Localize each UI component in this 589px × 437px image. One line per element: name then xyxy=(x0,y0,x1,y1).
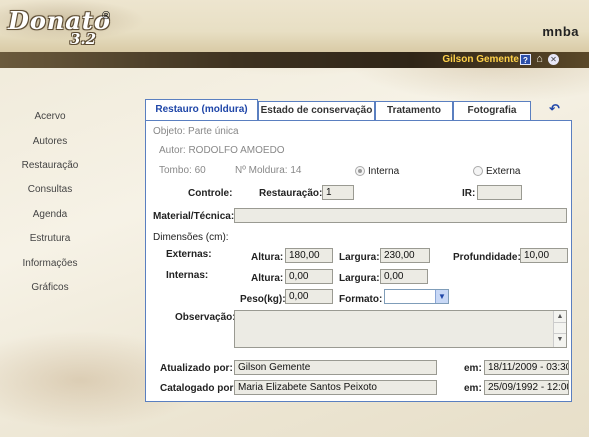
sidebar-item-agenda[interactable]: Agenda xyxy=(0,209,100,220)
app-logo: Donato 3.2 ® xyxy=(8,6,110,50)
sidebar-item-consultas[interactable]: Consultas xyxy=(0,184,100,195)
chevron-down-icon[interactable]: ▼ xyxy=(435,290,448,303)
sidebar-item-graficos[interactable]: Gráficos xyxy=(0,282,100,293)
app-header: Donato 3.2 ® mnba xyxy=(0,0,589,52)
profundidade-field[interactable]: 10,00 xyxy=(520,248,568,263)
tombo-text: Tombo: 60 xyxy=(159,165,206,176)
profundidade-label: Profundidade: xyxy=(453,252,521,263)
radio-interna[interactable] xyxy=(355,166,365,176)
ext-largura-label: Largura: xyxy=(339,252,380,263)
tab-tratamento[interactable]: Tratamento xyxy=(375,101,453,121)
restauracao-field[interactable]: 1 xyxy=(322,185,354,200)
int-largura-field[interactable]: 0,00 xyxy=(380,269,428,284)
tab-estado-conservacao[interactable]: Estado de conservação xyxy=(258,101,375,121)
restauro-form-panel: Objeto: Parte única Autor: RODOLFO AMOED… xyxy=(145,120,572,402)
formato-label: Formato: xyxy=(339,294,383,305)
peso-label: Peso(kg): xyxy=(240,294,286,305)
brand-label: mnba xyxy=(542,24,579,39)
controle-label: Controle: xyxy=(188,188,233,199)
logo-version: 3.2 xyxy=(70,30,97,48)
int-largura-label: Largura: xyxy=(339,273,380,284)
current-user-name: Gilson Gemente xyxy=(442,54,519,65)
sidebar-item-acervo[interactable]: Acervo xyxy=(0,111,100,122)
catalogado-por-label: Catalogado por: xyxy=(160,383,237,394)
close-icon[interactable]: ✕ xyxy=(548,54,559,65)
catalogado-em-field[interactable]: 25/09/1992 - 12:00 xyxy=(484,380,569,395)
formato-select[interactable]: ▼ xyxy=(384,289,449,304)
ext-altura-label: Altura: xyxy=(251,252,284,263)
material-tecnica-field[interactable] xyxy=(234,208,567,223)
int-altura-field[interactable]: 0,00 xyxy=(285,269,333,284)
internas-label: Internas: xyxy=(166,270,209,281)
help-icon[interactable]: ? xyxy=(520,54,531,65)
autor-text: Autor: RODOLFO AMOEDO xyxy=(159,145,285,156)
ir-field[interactable] xyxy=(477,185,522,200)
peso-field[interactable]: 0,00 xyxy=(285,289,333,304)
sidebar-item-restauracao[interactable]: Restauração xyxy=(0,160,100,171)
ir-label: IR: xyxy=(462,188,476,199)
catalogado-em-label: em: xyxy=(464,383,482,394)
sidebar-item-estrutura[interactable]: Estrutura xyxy=(0,233,100,244)
sidebar-item-informacoes[interactable]: Informações xyxy=(0,258,100,269)
ext-largura-field[interactable]: 230,00 xyxy=(380,248,430,263)
tab-restauro-moldura[interactable]: Restauro (moldura) xyxy=(145,99,258,121)
scroll-up-icon[interactable]: ▲ xyxy=(554,311,566,323)
user-bar: Gilson Gemente ? ⌂ ✕ xyxy=(0,52,589,68)
observacao-textarea[interactable]: ▲ ▼ xyxy=(234,310,567,348)
observacao-scrollbar[interactable]: ▲ ▼ xyxy=(553,311,566,347)
radio-externa-label: Externa xyxy=(486,166,521,177)
sidebar-item-autores[interactable]: Autores xyxy=(0,136,100,147)
atualizado-em-label: em: xyxy=(464,363,482,374)
objeto-text: Objeto: Parte única xyxy=(153,126,239,137)
scroll-down-icon[interactable]: ▼ xyxy=(554,333,566,345)
moldura-number-text: Nº Moldura: 14 xyxy=(235,165,302,176)
radio-externa[interactable] xyxy=(473,166,483,176)
ext-altura-field[interactable]: 180,00 xyxy=(285,248,333,263)
logo-registered-mark: ® xyxy=(102,10,111,22)
material-tecnica-label: Material/Técnica: xyxy=(153,211,235,222)
catalogado-por-field[interactable]: Maria Elizabete Santos Peixoto xyxy=(234,380,437,395)
atualizado-por-field[interactable]: Gilson Gemente xyxy=(234,360,437,375)
home-icon[interactable]: ⌂ xyxy=(534,54,545,65)
restauracao-label: Restauração: xyxy=(259,188,323,199)
atualizado-por-label: Atualizado por: xyxy=(160,363,233,374)
tab-fotografia[interactable]: Fotografia xyxy=(453,101,531,121)
externas-label: Externas: xyxy=(166,249,212,260)
atualizado-em-field[interactable]: 18/11/2009 - 03:30 xyxy=(484,360,569,375)
observacao-label: Observação: xyxy=(175,312,236,323)
dimensoes-label: Dimensões (cm): xyxy=(153,232,229,243)
radio-interna-label: Interna xyxy=(368,166,400,177)
undo-icon[interactable]: ↶ xyxy=(549,101,560,117)
int-altura-label: Altura: xyxy=(251,273,284,284)
